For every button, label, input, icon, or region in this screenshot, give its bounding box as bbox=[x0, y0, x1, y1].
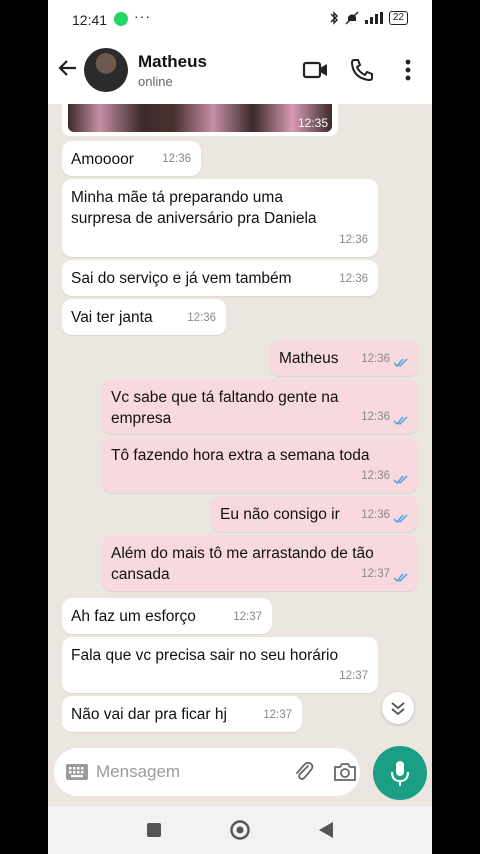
battery-indicator: 22 bbox=[388, 11, 408, 25]
video-call-icon[interactable] bbox=[302, 56, 330, 84]
message-time: 12:36 bbox=[361, 470, 390, 482]
incoming-message[interactable]: Não vai dar pra ficar hj 12:37 bbox=[62, 696, 302, 732]
outgoing-message[interactable]: Eu não consigo ir 12:36 bbox=[211, 496, 418, 532]
system-nav-bar bbox=[48, 806, 432, 854]
message-time: 12:36 bbox=[361, 509, 390, 521]
message-text-line: Além do mais tô me arrastando de tão bbox=[111, 545, 374, 562]
message-text: Sai do serviço e já vem também bbox=[71, 268, 292, 289]
message-text: Vc sabe que tá faltando gente na empresa bbox=[111, 387, 339, 429]
attach-icon[interactable] bbox=[292, 760, 316, 784]
message-time: 12:36 bbox=[187, 312, 216, 324]
message-text: Eu não consigo ir bbox=[220, 504, 340, 525]
message-text-line: surpresa de aniversário pra Daniela bbox=[71, 210, 317, 227]
status-time: 12:41 bbox=[72, 12, 108, 28]
message-text: Ah faz um esforço bbox=[71, 606, 196, 627]
mic-icon bbox=[391, 761, 409, 786]
message-text: Além do mais tô me arrastando de tão cans… bbox=[111, 543, 374, 585]
signal-icon bbox=[364, 12, 383, 24]
keyboard-icon[interactable] bbox=[66, 764, 88, 780]
read-receipt-icon bbox=[393, 514, 408, 524]
read-receipt-icon bbox=[393, 358, 408, 368]
message-time: 12:37 bbox=[361, 568, 390, 580]
message-time: 12:36 bbox=[339, 234, 368, 246]
back-arrow-icon[interactable] bbox=[56, 56, 80, 80]
outgoing-message[interactable]: Matheus 12:36 bbox=[270, 340, 418, 376]
message-text-line: Fala que vc precisa sair no seu horário bbox=[71, 647, 339, 664]
incoming-message[interactable]: Minha mãe tá preparando uma surpresa de a… bbox=[62, 179, 378, 257]
message-text-line: cansada bbox=[111, 566, 170, 583]
message-text-line: Vai ter janta bbox=[71, 309, 153, 326]
message-time: 12:37 bbox=[263, 709, 292, 721]
message-text-line: Não vai dar pra ficar hj bbox=[71, 706, 227, 723]
whatsapp-notification-icon bbox=[114, 12, 128, 26]
incoming-message[interactable]: Vai ter janta 12:36 bbox=[62, 299, 226, 335]
camera-icon[interactable] bbox=[332, 760, 358, 784]
message-input[interactable] bbox=[96, 759, 266, 785]
read-receipt-icon bbox=[393, 416, 408, 426]
message-text-line: Matheus bbox=[279, 350, 339, 367]
message-text-line: Vc sabe que tá faltando gente na bbox=[111, 389, 339, 406]
incoming-message[interactable]: Fala que vc precisa sair no seu horário 1… bbox=[62, 637, 378, 693]
bluetooth-icon bbox=[330, 11, 338, 25]
incoming-message[interactable]: Amoooor 12:36 bbox=[62, 141, 201, 176]
phone-icon[interactable] bbox=[348, 56, 376, 84]
message-text: Fala que vc precisa sair no seu horário bbox=[71, 645, 338, 666]
chevron-down-icon bbox=[391, 702, 405, 716]
message-text-line: Minha mãe tá preparando uma bbox=[71, 189, 283, 206]
outgoing-message[interactable]: Além do mais tô me arrastando de tão cans… bbox=[102, 535, 418, 591]
incoming-message[interactable]: Sai do serviço e já vem também 12:36 bbox=[62, 260, 378, 296]
message-text-line: Sai do serviço e já vem também bbox=[71, 270, 292, 287]
avatar[interactable] bbox=[84, 48, 128, 92]
status-icons: 22 bbox=[329, 11, 408, 25]
message-text: Tô fazendo hora extra a semana toda bbox=[111, 445, 370, 466]
more-notifications-icon: ··· bbox=[134, 8, 151, 24]
mic-button[interactable] bbox=[373, 746, 427, 800]
message-text-line: Tô fazendo hora extra a semana toda bbox=[111, 447, 370, 464]
nav-back-icon[interactable] bbox=[318, 821, 334, 839]
message-time: 12:36 bbox=[339, 273, 368, 285]
message-text: Minha mãe tá preparando uma surpresa de a… bbox=[71, 187, 317, 229]
status-bar: 12:41 ··· 22 bbox=[48, 0, 432, 38]
scroll-down-button[interactable] bbox=[382, 692, 414, 724]
message-text-line: Amoooor bbox=[71, 151, 134, 168]
nav-square-icon[interactable] bbox=[146, 822, 162, 838]
phone-screen: 12:41 ··· 22 Matheus online 12:35 Amoooo… bbox=[48, 0, 432, 854]
message-text: Não vai dar pra ficar hj bbox=[71, 704, 227, 725]
message-text-line: empresa bbox=[111, 410, 172, 427]
photo-thumbnail[interactable] bbox=[68, 104, 332, 132]
photo-message[interactable]: 12:35 bbox=[62, 104, 338, 136]
outgoing-message[interactable]: Tô fazendo hora extra a semana toda 12:36 bbox=[102, 437, 418, 493]
contact-status: online bbox=[138, 74, 173, 89]
read-receipt-icon bbox=[393, 573, 408, 583]
message-time: 12:35 bbox=[297, 116, 328, 130]
outgoing-message[interactable]: Vc sabe que tá faltando gente na empresa 1… bbox=[102, 379, 418, 434]
contact-name[interactable]: Matheus bbox=[138, 52, 207, 72]
message-text: Amoooor bbox=[71, 149, 134, 170]
message-time: 12:37 bbox=[233, 611, 262, 623]
more-vert-icon[interactable] bbox=[394, 56, 422, 84]
incoming-message[interactable]: Ah faz um esforço 12:37 bbox=[62, 598, 272, 634]
read-receipt-icon bbox=[393, 475, 408, 485]
chat-area[interactable]: 12:35 Amoooor 12:36 Minha mãe tá preparand… bbox=[48, 104, 432, 746]
message-text: Matheus bbox=[279, 348, 338, 369]
message-time: 12:36 bbox=[361, 411, 390, 423]
nav-circle-icon[interactable] bbox=[229, 819, 251, 841]
message-text-line: Ah faz um esforço bbox=[71, 608, 196, 625]
message-time: 12:36 bbox=[361, 353, 390, 365]
message-time: 12:36 bbox=[162, 153, 191, 165]
chat-header: Matheus online bbox=[48, 38, 432, 105]
message-text-line: Eu não consigo ir bbox=[220, 506, 340, 523]
message-input-bar bbox=[54, 748, 360, 796]
message-text: Vai ter janta bbox=[71, 307, 153, 328]
mute-icon bbox=[345, 11, 359, 25]
message-time: 12:37 bbox=[339, 670, 368, 682]
